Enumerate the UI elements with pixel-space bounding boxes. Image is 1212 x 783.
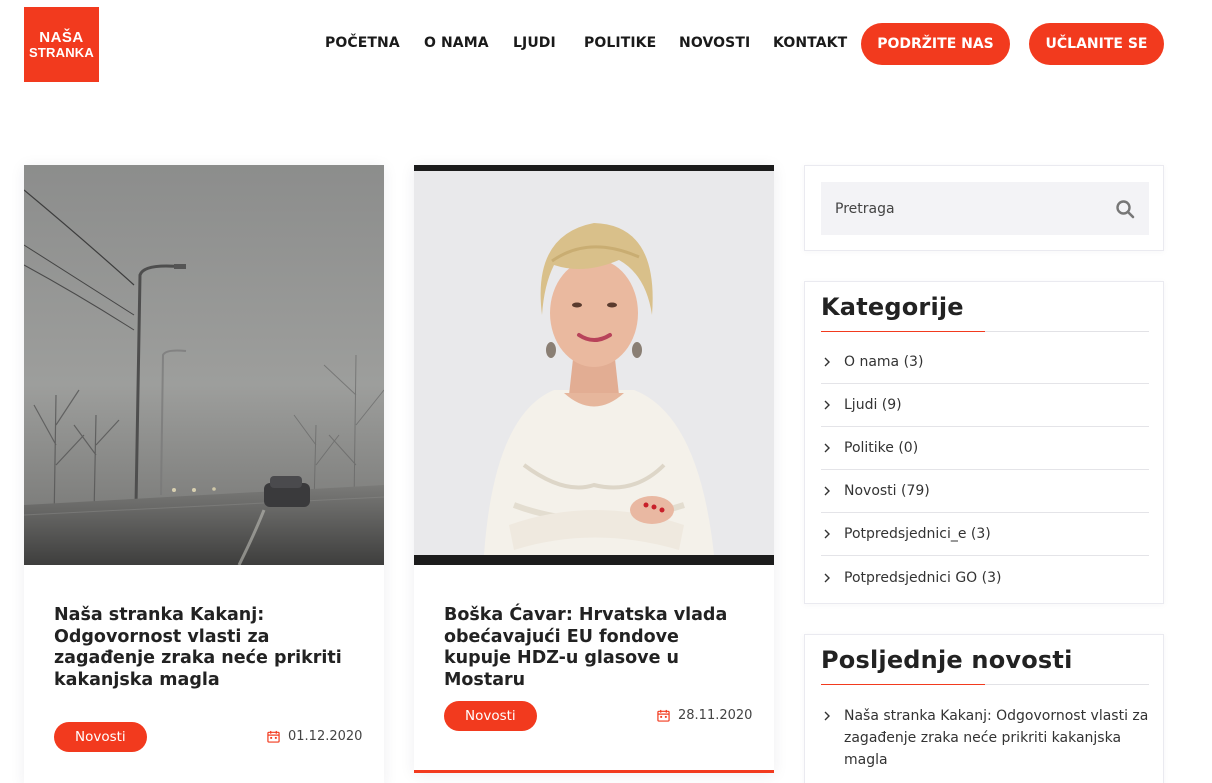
post-date-text: 28.11.2020 [678,708,753,723]
chevron-right-icon [824,443,830,453]
join-button[interactable]: UČLANITE SE [1029,23,1164,65]
categories-widget: Kategorije O nama (3) Ljudi (9) Politike… [804,281,1164,604]
categories-title: Kategorije [821,293,964,321]
category-item-novosti[interactable]: Novosti (79) [821,470,1149,513]
category-label: O nama (3) [844,354,924,370]
main-nav: POČETNA O NAMA LJUDI POLITIKE NOVOSTI KO… [0,0,1212,88]
search-widget [804,165,1164,251]
nav-item-kontakt[interactable]: KONTAKT [773,35,847,51]
latest-news-title-underline [821,684,1149,685]
category-item-politike[interactable]: Politike (0) [821,427,1149,470]
support-button[interactable]: PODRŽITE NAS [861,23,1010,65]
search-icon[interactable] [1115,199,1135,219]
nav-item-novosti[interactable]: NOVOSTI [679,35,750,51]
category-item-ljudi[interactable]: Ljudi (9) [821,384,1149,427]
chevron-right-icon [824,486,830,496]
chevron-right-icon [824,400,830,410]
chevron-right-icon [824,357,830,367]
chevron-right-icon [824,529,830,539]
latest-news-title: Posljednje novosti [821,646,1073,674]
post-image-portrait[interactable] [414,165,774,565]
post-category-badge[interactable]: Novosti [54,722,147,752]
latest-news-link[interactable]: Naša stranka Kakanj: Odgovornost vlasti … [844,705,1149,771]
category-label: Potpredsjednici GO (3) [844,569,1002,586]
post-card: Naša stranka Kakanj: Odgovornost vlasti … [24,165,384,783]
post-image-fog-road[interactable] [24,165,384,565]
search-input[interactable] [821,182,1101,235]
calendar-icon [267,730,280,743]
nav-item-politike[interactable]: POLITIKE [584,35,656,51]
nav-item-o-nama[interactable]: O NAMA [424,35,489,51]
chevron-right-icon [824,573,830,582]
calendar-icon [657,709,670,722]
post-date: 01.12.2020 [267,729,362,744]
post-date-text: 01.12.2020 [288,729,363,744]
post-title[interactable]: Boška Ćavar: Hrvatska vlada obećavajući … [444,605,749,691]
post-date: 28.11.2020 [657,708,752,723]
category-label: Potpredsjednici_e (3) [844,526,991,542]
nav-item-pocetna[interactable]: POČETNA [325,35,400,51]
category-label: Politike (0) [844,440,919,456]
latest-news-widget: Posljednje novosti Naša stranka Kakanj: … [804,634,1164,783]
category-label: Ljudi (9) [844,397,902,413]
portrait-image [414,165,774,565]
latest-news-item[interactable]: Naša stranka Kakanj: Odgovornost vlasti … [821,705,1149,771]
categories-title-underline [821,331,1149,332]
category-item-o-nama[interactable]: O nama (3) [821,341,1149,384]
post-category-badge[interactable]: Novosti [444,701,537,731]
category-item-potpredsjednici-go[interactable]: Potpredsjednici GO (3) [821,556,1149,599]
nav-item-ljudi[interactable]: LJUDI [513,35,556,51]
post-card: Boška Ćavar: Hrvatska vlada obećavajući … [414,165,774,773]
category-label: Novosti (79) [844,483,930,499]
post-title[interactable]: Naša stranka Kakanj: Odgovornost vlasti … [54,605,359,691]
category-item-potpredsjednici-e[interactable]: Potpredsjednici_e (3) [821,513,1149,556]
fog-road-image [24,165,384,565]
chevron-right-icon [824,711,830,721]
search-box [821,182,1149,235]
